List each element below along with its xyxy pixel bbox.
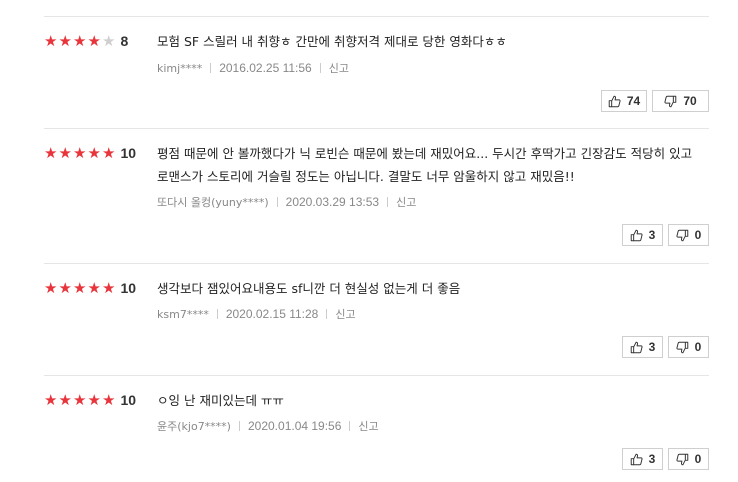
like-button[interactable]: 74: [601, 90, 647, 112]
star-empty-icon: ★: [102, 32, 116, 50]
review-list: ★ ★ ★ ★ ★ 8 모험 SF 스릴러 내 취향ㅎ 간만에 취향저격 제대로 당한 …: [0, 0, 738, 482]
star-filled-icon: ★: [44, 144, 58, 162]
rating: ★ ★ ★ ★ ★ 10: [44, 279, 137, 297]
review-item: ★ ★ ★ ★ ★ 10 평점 때문에 안 볼까했다가 닉 로빈슨 때문에 봤는데 재밌…: [44, 128, 709, 246]
dislike-count: 0: [694, 452, 702, 466]
like-count: 3: [648, 340, 656, 354]
vote-buttons: 74 70: [601, 90, 709, 112]
review-item: ★ ★ ★ ★ ★ 10 생각보다 잼있어요내용도 sf니깐 더 현실성 없는게 더 좋…: [44, 263, 709, 358]
rating: ★ ★ ★ ★ ★ 8: [44, 32, 129, 50]
review-text: 생각보다 잼있어요내용도 sf니깐 더 현실성 없는게 더 좋음: [157, 281, 461, 296]
review-date: 2016.02.25 11:56: [219, 61, 312, 75]
like-button[interactable]: 3: [622, 336, 663, 358]
dislike-count: 0: [694, 228, 702, 242]
divider: [349, 421, 351, 431]
divider: [319, 63, 321, 73]
report-link[interactable]: 신고: [335, 308, 355, 321]
thumbs-up-icon: [608, 95, 621, 108]
star-filled-icon: ★: [102, 391, 116, 409]
report-link[interactable]: 신고: [358, 420, 378, 433]
thumbs-up-icon: [630, 341, 643, 354]
star-filled-icon: ★: [73, 144, 87, 162]
divider: [210, 63, 212, 73]
author-name: kimj****: [157, 62, 203, 75]
review-item: ★ ★ ★ ★ ★ 8 모험 SF 스릴러 내 취향ㅎ 간만에 취향저격 제대로 당한 …: [44, 16, 709, 112]
star-filled-icon: ★: [73, 32, 87, 50]
star-filled-icon: ★: [58, 391, 72, 409]
rating-score: 10: [120, 145, 137, 161]
dislike-count: 0: [694, 340, 702, 354]
star-filled-icon: ★: [87, 144, 101, 162]
star-filled-icon: ★: [87, 32, 101, 50]
dislike-button[interactable]: 70: [652, 90, 709, 112]
review-meta: 또다시 올컹(yuny****) 2020.03.29 13:53 신고: [157, 195, 416, 210]
divider: [238, 421, 240, 431]
star-filled-icon: ★: [87, 391, 101, 409]
author-name: ksm7****: [157, 308, 209, 321]
star-filled-icon: ★: [58, 32, 72, 50]
dislike-count: 70: [683, 94, 697, 108]
rating: ★ ★ ★ ★ ★ 10: [44, 144, 137, 162]
vote-buttons: 3 0: [622, 336, 709, 358]
dislike-button[interactable]: 0: [668, 448, 709, 470]
review-meta: 윤주(kjo7****) 2020.01.04 19:56 신고: [157, 419, 379, 434]
thumbs-up-icon: [630, 453, 643, 466]
review-text: 모험 SF 스릴러 내 취향ㅎ 간만에 취향저격 제대로 당한 영화다ㅎㅎ: [157, 34, 507, 49]
thumbs-down-icon: [676, 341, 689, 354]
divider: [387, 197, 389, 207]
thumbs-down-icon: [676, 453, 689, 466]
thumbs-up-icon: [630, 229, 643, 242]
star-filled-icon: ★: [73, 279, 87, 297]
rating: ★ ★ ★ ★ ★ 10: [44, 391, 137, 409]
vote-buttons: 3 0: [622, 448, 709, 470]
author-name: 윤주(kjo7****): [157, 420, 231, 433]
star-filled-icon: ★: [58, 144, 72, 162]
review-meta: ksm7**** 2020.02.15 11:28 신고: [157, 307, 356, 322]
review-item: ★ ★ ★ ★ ★ 10 ㅇ잉 난 재미있는데 ㅠㅠ 윤주(kjo7****) 2020.…: [44, 375, 709, 470]
star-rating: ★ ★ ★ ★ ★: [44, 32, 117, 50]
star-filled-icon: ★: [58, 279, 72, 297]
report-link[interactable]: 신고: [329, 62, 349, 75]
star-filled-icon: ★: [102, 144, 116, 162]
like-button[interactable]: 3: [622, 448, 663, 470]
divider: [216, 309, 218, 319]
review-text: ㅇ잉 난 재미있는데 ㅠㅠ: [157, 393, 284, 408]
star-rating: ★ ★ ★ ★ ★: [44, 144, 117, 162]
rating-score: 10: [120, 280, 137, 296]
review-date: 2020.03.29 13:53: [285, 195, 380, 209]
star-filled-icon: ★: [44, 32, 58, 50]
divider: [276, 197, 278, 207]
review-text: 평점 때문에 안 볼까했다가 닉 로빈슨 때문에 봤는데 재밌어요... 두시간…: [157, 146, 693, 184]
review-meta: kimj**** 2016.02.25 11:56 신고: [157, 61, 349, 76]
divider: [326, 309, 328, 319]
star-filled-icon: ★: [87, 279, 101, 297]
like-count: 3: [648, 228, 656, 242]
star-filled-icon: ★: [44, 279, 58, 297]
thumbs-down-icon: [676, 229, 689, 242]
review-date: 2020.02.15 11:28: [225, 307, 319, 321]
review-date: 2020.01.04 19:56: [247, 419, 342, 433]
dislike-button[interactable]: 0: [668, 336, 709, 358]
like-count: 74: [626, 94, 641, 108]
vote-buttons: 3 0: [622, 224, 709, 246]
like-count: 3: [648, 452, 656, 466]
thumbs-down-icon: [664, 95, 677, 108]
author-name: 또다시 올컹(yuny****): [157, 196, 269, 209]
rating-score: 10: [120, 392, 137, 408]
rating-score: 8: [120, 33, 129, 49]
star-rating: ★ ★ ★ ★ ★: [44, 279, 117, 297]
star-filled-icon: ★: [44, 391, 58, 409]
report-link[interactable]: 신고: [396, 196, 416, 209]
star-rating: ★ ★ ★ ★ ★: [44, 391, 117, 409]
star-filled-icon: ★: [73, 391, 87, 409]
like-button[interactable]: 3: [622, 224, 663, 246]
star-filled-icon: ★: [102, 279, 116, 297]
dislike-button[interactable]: 0: [668, 224, 709, 246]
